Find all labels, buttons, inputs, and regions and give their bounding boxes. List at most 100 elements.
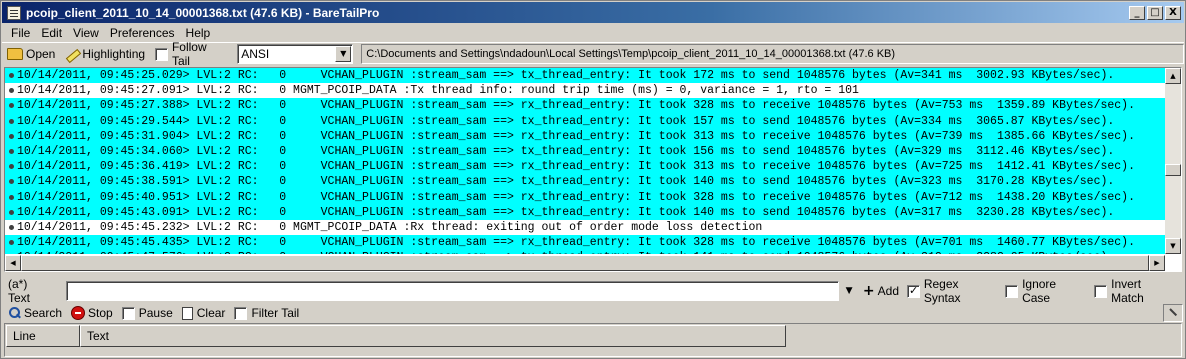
bookmark-dot-icon[interactable] xyxy=(5,190,17,205)
highlighter-icon xyxy=(65,47,79,61)
log-line-text: 10/14/2011, 09:45:40.951> LVL:2 RC: 0 VC… xyxy=(17,190,1135,204)
log-line[interactable]: 10/14/2011, 09:45:27.091> LVL:2 RC: 0 MG… xyxy=(5,83,1165,98)
column-header-text[interactable]: Text xyxy=(80,325,786,347)
search-type-label[interactable]: (a*) Text xyxy=(8,277,52,305)
log-line[interactable]: 10/14/2011, 09:45:47.576> LVL:2 RC: 0 VC… xyxy=(5,250,1165,254)
clear-button[interactable]: Clear xyxy=(181,306,226,320)
log-line-text: 10/14/2011, 09:45:45.435> LVL:2 RC: 0 VC… xyxy=(17,236,1135,250)
search-button[interactable]: Search xyxy=(8,306,62,320)
log-line-text: 10/14/2011, 09:45:43.091> LVL:2 RC: 0 VC… xyxy=(17,205,1115,219)
log-line[interactable]: 10/14/2011, 09:45:27.388> LVL:2 RC: 0 VC… xyxy=(5,98,1165,114)
bookmark-dot-icon[interactable] xyxy=(5,205,17,220)
log-line[interactable]: 10/14/2011, 09:45:45.232> LVL:2 RC: 0 MG… xyxy=(5,220,1165,235)
invert-match-checkbox[interactable]: Invert Match xyxy=(1094,277,1176,305)
scroll-up-button[interactable]: ▲ xyxy=(1165,68,1181,84)
stop-button[interactable]: Stop xyxy=(71,306,113,320)
log-line-text: 10/14/2011, 09:45:29.544> LVL:2 RC: 0 VC… xyxy=(17,114,1115,128)
bookmark-dot-icon[interactable] xyxy=(5,174,17,189)
ignore-case-checkbox[interactable]: Ignore Case xyxy=(1005,277,1086,305)
app-window: pcoip_client_2011_10_14_00001368.txt (47… xyxy=(0,0,1186,359)
maximize-button[interactable]: □ xyxy=(1147,5,1163,20)
scroll-left-button[interactable]: ◀ xyxy=(5,255,21,271)
chevron-down-icon[interactable]: ▼ xyxy=(335,46,352,62)
menu-preferences[interactable]: Preferences xyxy=(105,26,181,40)
menu-view[interactable]: View xyxy=(68,26,105,40)
log-view[interactable]: 10/14/2011, 09:45:25.029> LVL:2 RC: 0 VC… xyxy=(4,67,1182,272)
log-line-text: 10/14/2011, 09:45:47.576> LVL:2 RC: 0 VC… xyxy=(17,250,1114,254)
log-line-text: 10/14/2011, 09:45:25.029> LVL:2 RC: 0 VC… xyxy=(17,69,1115,83)
highlighting-button[interactable]: Highlighting xyxy=(65,47,145,61)
search-input[interactable] xyxy=(65,281,840,301)
title-bar[interactable]: pcoip_client_2011_10_14_00001368.txt (47… xyxy=(2,2,1184,23)
add-label: Add xyxy=(877,284,899,298)
log-line[interactable]: 10/14/2011, 09:45:31.904> LVL:2 RC: 0 VC… xyxy=(5,128,1165,144)
stop-label: Stop xyxy=(88,306,113,320)
menu-help[interactable]: Help xyxy=(181,26,217,40)
log-line[interactable]: 10/14/2011, 09:45:25.029> LVL:2 RC: 0 VC… xyxy=(5,68,1165,84)
log-line[interactable]: 10/14/2011, 09:45:36.419> LVL:2 RC: 0 VC… xyxy=(5,159,1165,175)
window-controls: _ □ X xyxy=(1129,5,1181,20)
highlighting-label: Highlighting xyxy=(82,47,146,61)
follow-tail-label: Follow Tail xyxy=(171,40,207,68)
file-path: C:\Documents and Settings\ndadoun\Local … xyxy=(366,48,896,60)
invert-check-icon xyxy=(1094,284,1108,298)
horizontal-scrollbar[interactable]: ◀ ▶ xyxy=(5,255,1165,271)
log-line-text: 10/14/2011, 09:45:45.232> LVL:2 RC: 0 MG… xyxy=(17,220,763,234)
column-header-line[interactable]: Line xyxy=(6,325,80,347)
bookmark-dot-icon[interactable] xyxy=(5,68,17,83)
filter-tail-label: Filter Tail xyxy=(251,306,300,320)
log-line[interactable]: 10/14/2011, 09:45:43.091> LVL:2 RC: 0 VC… xyxy=(5,204,1165,220)
menu-file[interactable]: File xyxy=(6,26,36,40)
log-lines[interactable]: 10/14/2011, 09:45:25.029> LVL:2 RC: 0 VC… xyxy=(5,68,1165,254)
bookmark-dot-icon[interactable] xyxy=(5,83,17,98)
log-line[interactable]: 10/14/2011, 09:45:40.951> LVL:2 RC: 0 VC… xyxy=(5,189,1165,205)
horizontal-scroll-thumb[interactable] xyxy=(21,255,1149,271)
search-label: Search xyxy=(24,306,63,320)
bookmark-dot-icon[interactable] xyxy=(5,235,17,250)
bookmark-dot-icon[interactable] xyxy=(5,250,17,254)
scroll-right-button[interactable]: ▶ xyxy=(1149,255,1165,271)
log-line[interactable]: 10/14/2011, 09:45:34.060> LVL:2 RC: 0 VC… xyxy=(5,143,1165,160)
open-button[interactable]: Open xyxy=(7,47,55,61)
bookmark-dot-icon[interactable] xyxy=(5,114,17,129)
bookmark-dot-icon[interactable] xyxy=(5,129,17,144)
log-line-text: 10/14/2011, 09:45:31.904> LVL:2 RC: 0 VC… xyxy=(17,129,1135,143)
vertical-scroll-thumb[interactable] xyxy=(1165,164,1181,176)
minimize-button[interactable]: _ xyxy=(1129,5,1145,20)
vertical-scrollbar[interactable]: ▲ ▼ xyxy=(1165,68,1181,254)
panel-resize-grip[interactable] xyxy=(1163,304,1183,322)
ignore-case-label: Ignore Case xyxy=(1022,277,1057,305)
follow-tail-check-icon xyxy=(155,47,168,61)
menu-edit[interactable]: Edit xyxy=(36,26,68,40)
clear-label: Clear xyxy=(196,306,226,320)
encoding-select[interactable]: ANSI ▼ xyxy=(237,44,354,64)
plus-icon: + xyxy=(862,283,875,299)
regex-syntax-checkbox[interactable]: Regex Syntax xyxy=(907,277,997,305)
scroll-down-button[interactable]: ▼ xyxy=(1165,238,1181,254)
ignore-case-check-icon xyxy=(1005,284,1019,298)
bookmark-dot-icon[interactable] xyxy=(5,159,17,174)
bookmark-dot-icon[interactable] xyxy=(5,220,17,235)
log-line[interactable]: 10/14/2011, 09:45:38.591> LVL:2 RC: 0 VC… xyxy=(5,174,1165,190)
close-button[interactable]: X xyxy=(1165,5,1181,20)
encoding-value: ANSI xyxy=(241,47,270,61)
chevron-down-icon[interactable]: ▼ xyxy=(841,282,857,300)
search-bar: (a*) Text ▼ + Add Regex Syntax Ignore Ca… xyxy=(2,277,1184,305)
log-line[interactable]: 10/14/2011, 09:45:45.435> LVL:2 RC: 0 VC… xyxy=(5,235,1165,251)
filter-tail-check-icon xyxy=(234,306,248,320)
log-line-text: 10/14/2011, 09:45:34.060> LVL:2 RC: 0 VC… xyxy=(17,145,1115,159)
log-line-text: 10/14/2011, 09:45:27.091> LVL:2 RC: 0 MG… xyxy=(17,84,859,98)
pause-checkbox[interactable]: Pause xyxy=(121,306,173,320)
toolbar: Open Highlighting Follow Tail ANSI ▼ C:\… xyxy=(2,40,1184,68)
add-button[interactable]: + Add xyxy=(863,283,899,299)
bookmark-dot-icon[interactable] xyxy=(5,98,17,113)
search-results-list[interactable]: Line Text xyxy=(4,323,1182,357)
log-line[interactable]: 10/14/2011, 09:45:29.544> LVL:2 RC: 0 VC… xyxy=(5,113,1165,129)
search-type-text: (a*) Text xyxy=(8,277,31,305)
log-line-text: 10/14/2011, 09:45:36.419> LVL:2 RC: 0 VC… xyxy=(17,160,1135,174)
filter-tail-checkbox[interactable]: Filter Tail xyxy=(234,306,299,320)
follow-tail-checkbox[interactable]: Follow Tail xyxy=(155,40,227,68)
bookmark-dot-icon[interactable] xyxy=(5,144,17,159)
stop-icon xyxy=(71,306,86,320)
regex-check-icon xyxy=(907,284,920,298)
